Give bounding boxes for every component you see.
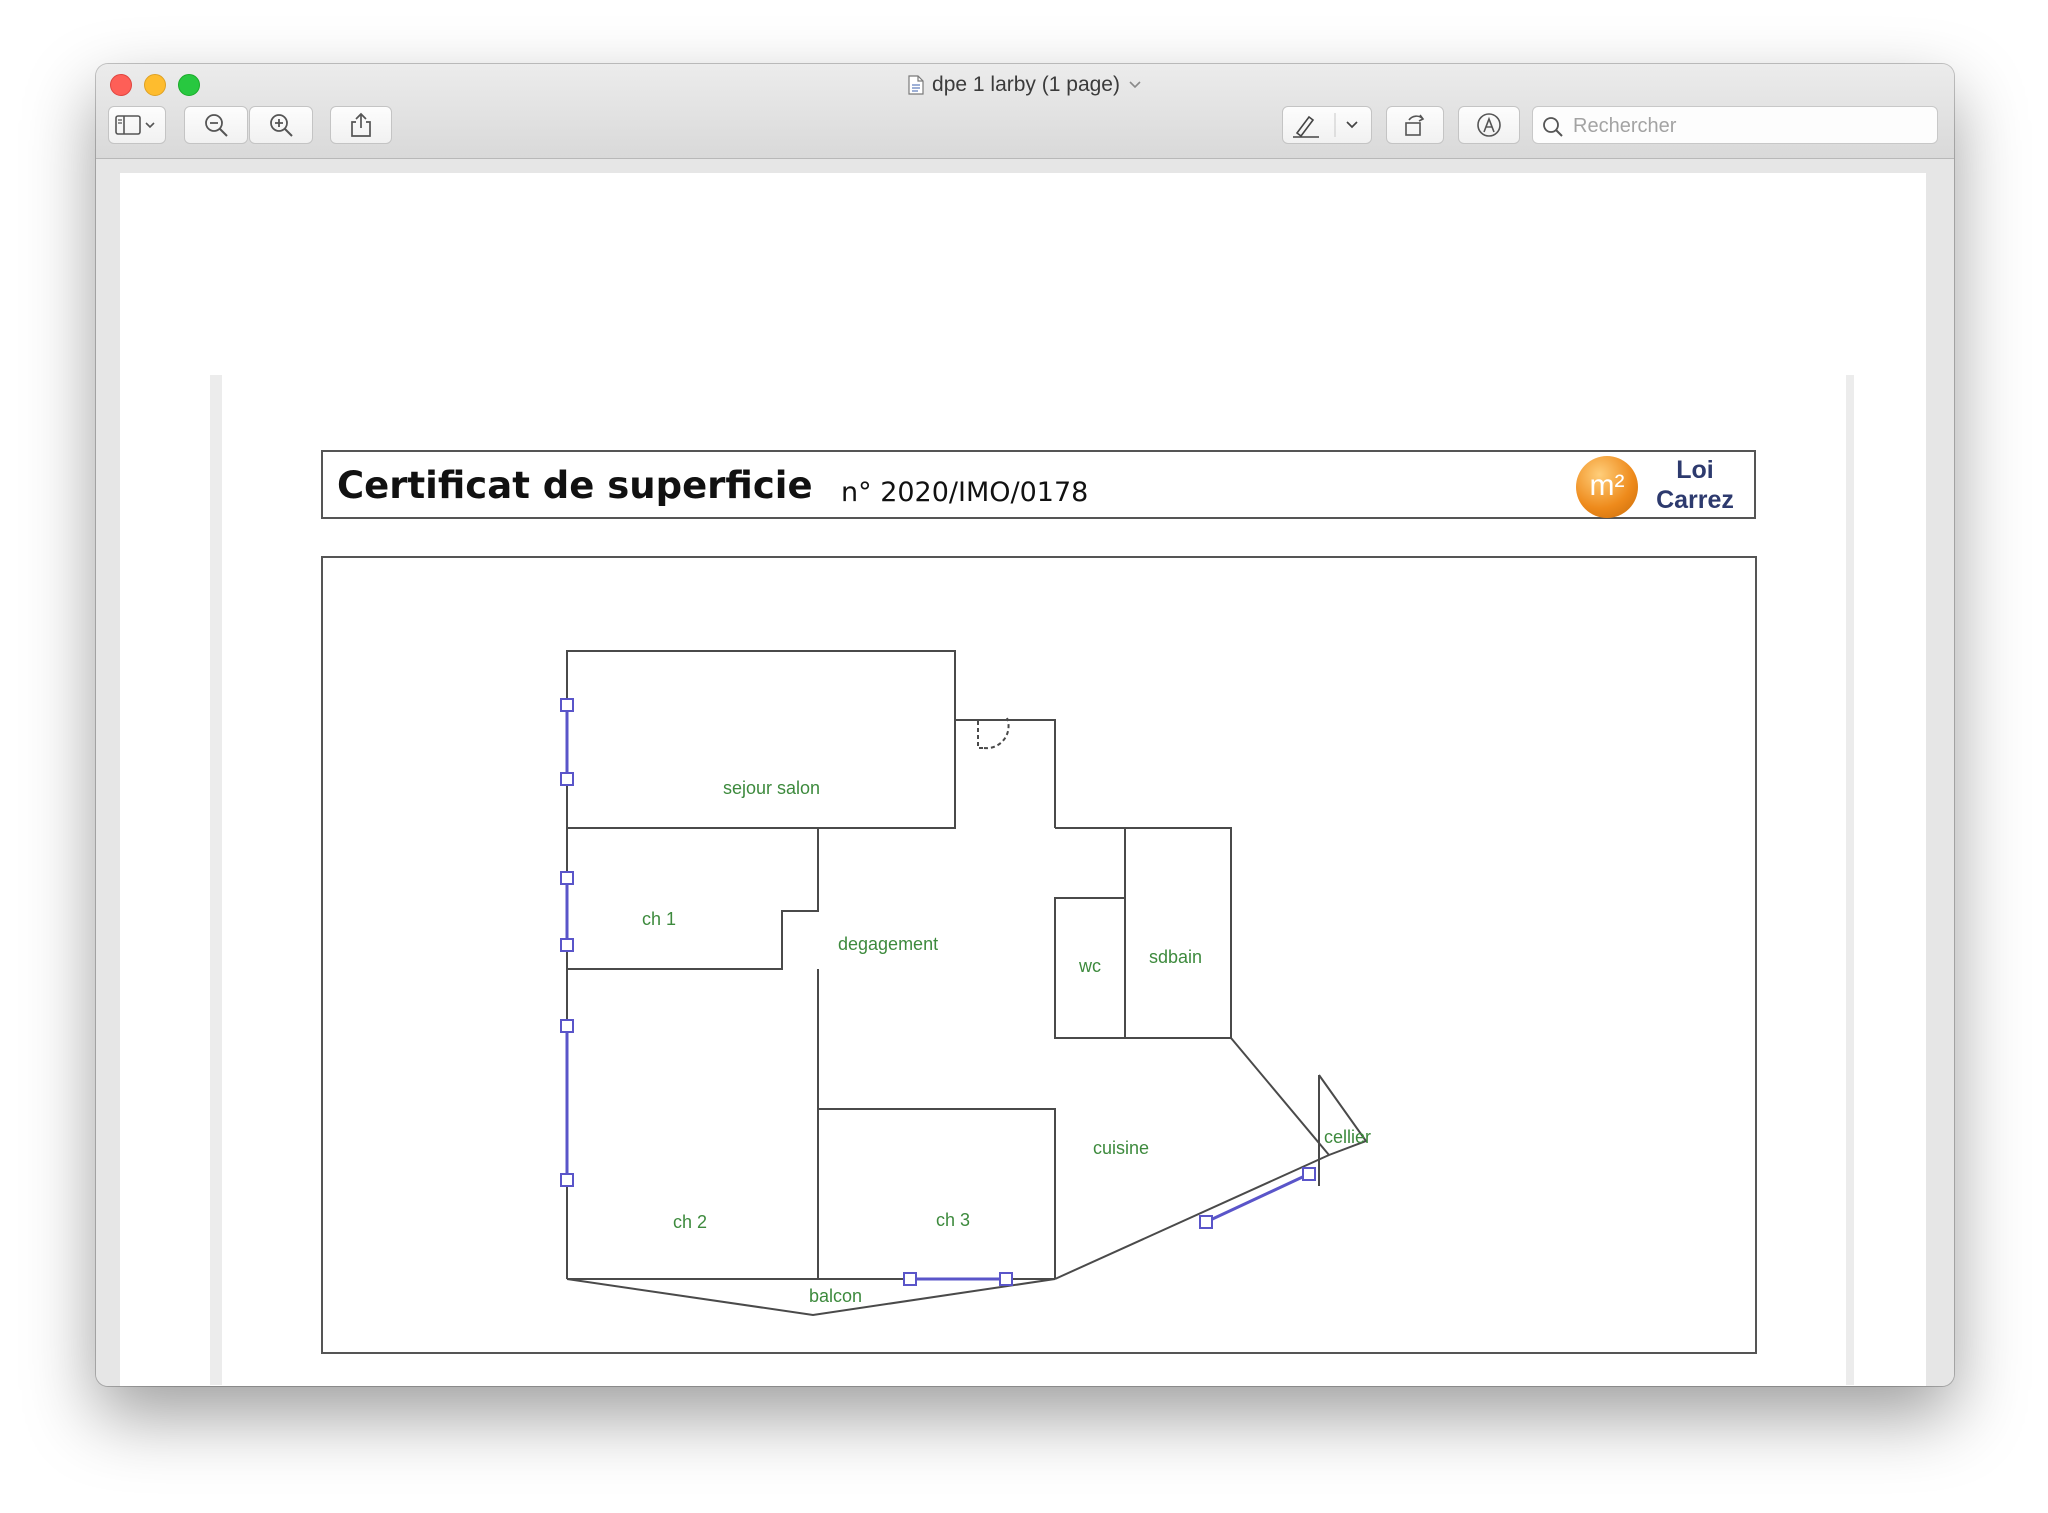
loi-carrez-label: Loi Carrez xyxy=(1641,455,1749,515)
embedded-sheet: Certificat de superficie n° 2020/IMO/017… xyxy=(210,375,1854,1385)
window-title-text: dpe 1 larby (1 page) xyxy=(932,73,1120,96)
wall-ch3 xyxy=(818,1108,1056,1279)
chevron-down-icon xyxy=(1129,81,1141,89)
room-label-ch2: ch 2 xyxy=(673,1212,707,1232)
annotate-icon xyxy=(1477,113,1501,137)
floor-plan: sejour salon ch 1 degagement wc sdbain c… xyxy=(321,556,1757,1354)
certificate-header: Certificat de superficie n° 2020/IMO/017… xyxy=(321,450,1756,519)
preview-window: dpe 1 larby (1 page) Rechercher Certific… xyxy=(96,64,1954,1386)
room-label-cuisine: cuisine xyxy=(1093,1138,1149,1158)
door-arc-icon xyxy=(977,717,1010,750)
wall-south-east xyxy=(1054,1154,1330,1280)
zoom-out-icon xyxy=(205,114,228,137)
rotate-button[interactable] xyxy=(1386,106,1444,144)
logo-text: m² xyxy=(1589,469,1625,502)
annotate-button[interactable] xyxy=(1458,106,1520,144)
window-cuisine xyxy=(1205,1172,1310,1224)
room-label-sejour-salon: sejour salon xyxy=(723,778,820,798)
room-label-balcon: balcon xyxy=(809,1286,862,1306)
certificate-number: n° 2020/IMO/0178 xyxy=(841,477,1089,508)
wall-entry xyxy=(955,719,1056,828)
markup-button[interactable] xyxy=(1282,106,1372,144)
room-label-cellier: cellier xyxy=(1324,1127,1371,1147)
share-icon xyxy=(351,112,371,137)
wall-sdbain xyxy=(1124,827,1232,1039)
window-title[interactable]: dpe 1 larby (1 page) xyxy=(96,70,1954,100)
room-label-ch1: ch 1 xyxy=(642,909,676,929)
zoom-in-icon xyxy=(270,114,293,137)
room-label-sdbain: sdbain xyxy=(1149,947,1202,967)
pdf-page: Certificat de superficie n° 2020/IMO/017… xyxy=(120,173,1926,1386)
room-label-wc: wc xyxy=(1078,956,1101,976)
document-viewer[interactable]: Certificat de superficie n° 2020/IMO/017… xyxy=(96,159,1954,1386)
floor-plan-drawing: sejour salon ch 1 degagement wc sdbain c… xyxy=(560,650,1371,1317)
title-bar: dpe 1 larby (1 page) xyxy=(96,64,1954,159)
room-label-ch3: ch 3 xyxy=(936,1210,970,1230)
wall-sejour-salon xyxy=(566,650,956,829)
certificate-title: Certificat de superficie xyxy=(337,464,813,507)
loi-label: Loi xyxy=(1676,456,1714,484)
search-input[interactable] xyxy=(1571,111,1925,141)
carrez-label: Carrez xyxy=(1656,486,1734,514)
sidebar-toggle-button[interactable] xyxy=(108,106,166,144)
document-icon xyxy=(908,75,924,95)
search-field[interactable] xyxy=(1532,106,1938,144)
wall-ch1 xyxy=(567,828,819,970)
zoom-in-button[interactable] xyxy=(249,106,313,144)
rotate-icon xyxy=(1405,114,1425,136)
zoom-out-button[interactable] xyxy=(184,106,248,144)
share-button[interactable] xyxy=(330,106,392,144)
m2-logo: m² xyxy=(1576,456,1638,518)
sidebar-icon xyxy=(115,115,155,135)
markup-pen-icon xyxy=(1293,113,1358,138)
search-icon xyxy=(1543,117,1563,137)
room-label-degagement: degagement xyxy=(838,934,938,954)
